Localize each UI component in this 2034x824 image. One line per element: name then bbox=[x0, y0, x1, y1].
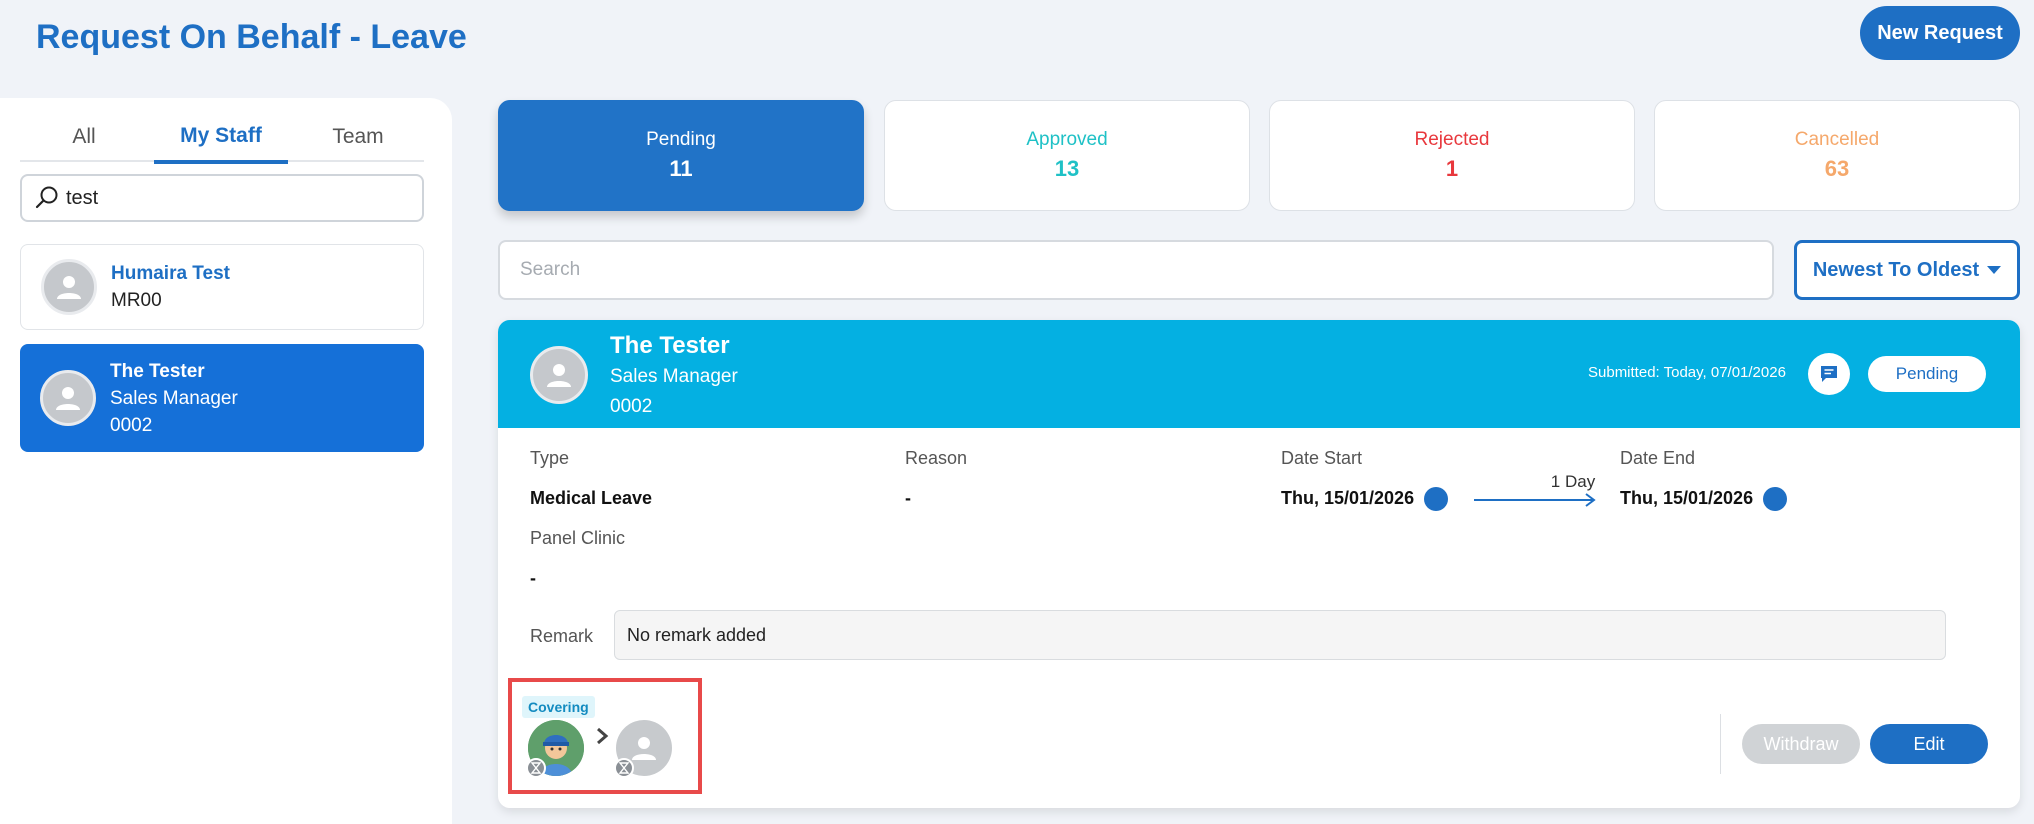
sort-label: Newest To Oldest bbox=[1812, 258, 1980, 281]
covering-tag: Covering bbox=[522, 696, 595, 718]
status-card-rejected[interactable]: Rejected 1 bbox=[1269, 100, 1635, 211]
requester-code: 0002 bbox=[610, 396, 653, 417]
staff-search-input[interactable] bbox=[66, 186, 406, 210]
status-label: Approved bbox=[1026, 128, 1108, 150]
status-card-approved[interactable]: Approved 13 bbox=[884, 100, 1250, 211]
avatar-placeholder-icon bbox=[547, 364, 571, 387]
staff-card-the-tester[interactable]: The Tester Sales Manager 0002 bbox=[20, 344, 424, 452]
requester-position: Sales Manager bbox=[610, 366, 738, 387]
avatar bbox=[40, 370, 96, 426]
staff-code: 0002 bbox=[110, 414, 153, 436]
new-request-button[interactable]: New Request bbox=[1860, 6, 2020, 60]
submitted-date: Submitted: Today, 07/01/2026 bbox=[1588, 364, 1786, 381]
duration-label: 1 Day bbox=[1550, 472, 1596, 491]
remark-field: No remark added bbox=[614, 610, 1946, 660]
request-header: The Tester Sales Manager 0002 Submitted:… bbox=[498, 320, 2020, 428]
date-end-value: Thu, 15/01/2026 bbox=[1620, 488, 1754, 508]
request-card: The Tester Sales Manager 0002 Submitted:… bbox=[498, 320, 2020, 808]
staff-panel: All My Staff Team Humaira Test MR00 bbox=[0, 98, 452, 824]
chat-icon bbox=[1821, 366, 1837, 382]
request-search-input[interactable] bbox=[498, 240, 1774, 300]
withdraw-button[interactable]: Withdraw bbox=[1742, 724, 1860, 764]
chevron-right-icon bbox=[597, 727, 609, 745]
staff-name: Humaira Test bbox=[111, 263, 230, 284]
caret-down-icon bbox=[1987, 266, 2002, 274]
staff-position: Sales Manager bbox=[110, 387, 238, 409]
date-end-label: Date End bbox=[1620, 448, 1696, 468]
avatar bbox=[530, 346, 588, 404]
chat-button[interactable] bbox=[1808, 353, 1850, 395]
status-badge: Pending bbox=[1868, 356, 1986, 392]
tab-team[interactable]: Team bbox=[308, 112, 408, 162]
status-card-cancelled[interactable]: Cancelled 63 bbox=[1654, 100, 2020, 211]
date-start-value: Thu, 15/01/2026 bbox=[1281, 488, 1415, 508]
reason-label: Reason bbox=[905, 448, 968, 468]
tab-all[interactable]: All bbox=[44, 112, 124, 162]
avatar-placeholder-icon bbox=[56, 387, 80, 410]
hourglass-icon bbox=[526, 758, 546, 778]
status-count: 11 bbox=[669, 155, 693, 181]
remark-label: Remark bbox=[530, 626, 594, 646]
staff-tabs: All My Staff Team bbox=[20, 112, 424, 164]
staff-search-box[interactable] bbox=[20, 174, 424, 222]
arrow-right-icon bbox=[1474, 493, 1596, 507]
panel-clinic-label: Panel Clinic bbox=[530, 528, 626, 548]
avatar-placeholder-icon bbox=[57, 276, 81, 299]
page-title: Request On Behalf - Leave bbox=[36, 18, 467, 56]
date-start-dot bbox=[1424, 487, 1448, 511]
type-value: Medical Leave bbox=[530, 488, 653, 508]
avatar-placeholder-icon bbox=[632, 737, 656, 760]
covering-section: Covering bbox=[508, 678, 702, 794]
reason-value: - bbox=[905, 488, 911, 508]
date-start-label: Date Start bbox=[1281, 448, 1363, 468]
status-count: 63 bbox=[1824, 155, 1850, 181]
staff-name: The Tester bbox=[110, 360, 205, 382]
status-count: 13 bbox=[1054, 155, 1080, 181]
staff-card-humaira[interactable]: Humaira Test MR00 bbox=[20, 244, 424, 330]
divider bbox=[1720, 714, 1721, 774]
tab-my-staff[interactable]: My Staff bbox=[154, 112, 288, 164]
search-icon bbox=[35, 186, 58, 209]
staff-code: MR00 bbox=[111, 290, 162, 311]
sort-dropdown[interactable]: Newest To Oldest bbox=[1794, 240, 2020, 300]
type-label: Type bbox=[530, 448, 570, 468]
status-label: Cancelled bbox=[1794, 128, 1880, 150]
requester-name: The Tester bbox=[610, 332, 730, 359]
edit-button[interactable]: Edit bbox=[1870, 724, 1988, 764]
avatar bbox=[41, 259, 97, 315]
hourglass-icon bbox=[614, 758, 634, 778]
status-count: 1 bbox=[1445, 155, 1459, 181]
status-label: Pending bbox=[646, 128, 716, 150]
status-label: Rejected bbox=[1414, 128, 1490, 150]
panel-clinic-value: - bbox=[530, 568, 536, 588]
date-end-dot bbox=[1763, 487, 1787, 511]
status-card-pending[interactable]: Pending 11 bbox=[498, 100, 864, 211]
